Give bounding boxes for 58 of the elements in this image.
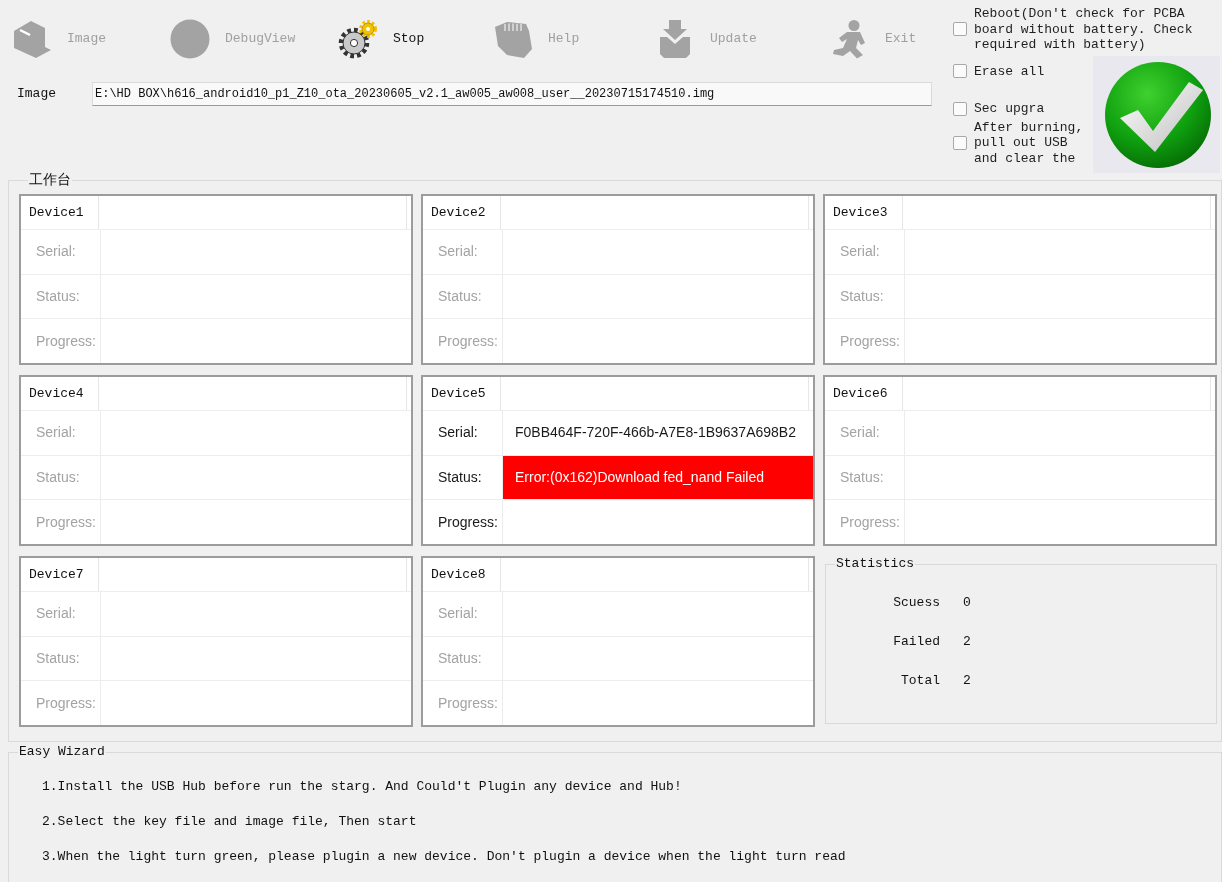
stat-value: 0 — [963, 593, 971, 612]
device-title: Device5 — [423, 377, 501, 410]
field-label: Status: — [423, 274, 503, 319]
field-label: Status: — [825, 274, 905, 319]
stat-label: Failed — [892, 632, 940, 651]
error-message: Error:(0x162)Download fed_nand Failed — [503, 455, 813, 500]
field-label: Status: — [825, 455, 905, 500]
wizard-step: 3.When the light turn green, please plugin a new device. Don't plugin a device when the light turn read — [42, 849, 846, 864]
stat-label: Total — [900, 671, 940, 690]
checkbox-label: Erase all — [974, 63, 1046, 79]
field-label: Status: — [21, 636, 101, 681]
circle-icon — [170, 19, 210, 59]
field-label: Progress: — [825, 500, 905, 544]
field-label: Progress: — [21, 500, 101, 544]
group-title: Easy Wizard — [18, 744, 106, 760]
field-label: Serial: — [423, 230, 503, 274]
field-label: Progress: — [825, 319, 905, 363]
gear-icon — [338, 19, 378, 59]
toolbar-button[interactable]: Stop — [338, 10, 425, 68]
field-label: Serial: — [825, 411, 905, 455]
stat-label: Scuess — [892, 593, 940, 612]
field-label: Progress: — [423, 500, 503, 544]
checkbox-label: Reboot(Don't check for PCBA board without battery. Check required with battery) — [974, 6, 1194, 53]
image-path-field[interactable]: E:\HD BOX\h616_android10_p1_Z10_ota_20230605_v2.1_aw005_aw008_user__20230715174510.img — [92, 82, 932, 106]
field-label: Progress: — [21, 681, 101, 725]
group-title: 工作台 — [28, 172, 72, 188]
wizard-step: 2.Select the key file and image file, Then start — [42, 814, 417, 829]
field-label: Status: — [423, 636, 503, 681]
device-title: Device6 — [825, 377, 903, 410]
field-label: Progress: — [423, 319, 503, 363]
group-title: Statistics — [835, 556, 915, 572]
device-title: Device8 — [423, 558, 501, 591]
field-label: Serial: — [21, 592, 101, 636]
device-title: Device4 — [21, 377, 99, 410]
folder-icon — [493, 19, 533, 59]
checkbox[interactable] — [953, 101, 967, 116]
checkbox-label: Sec upgra — [974, 101, 1046, 117]
device-title: Device7 — [21, 558, 99, 591]
wizard-step: 1.Install the USB Hub before run the starg. And Could't Plugin any device and Hub! — [42, 779, 682, 794]
field-label: Serial: — [423, 592, 503, 636]
checkbox[interactable] — [953, 22, 967, 37]
field-label: Status: — [21, 455, 101, 500]
box-icon — [12, 19, 52, 59]
field-label: Image — [16, 85, 57, 104]
field-label: Serial: — [21, 411, 101, 455]
device-title: Device1 — [21, 196, 99, 229]
field-label: Status: — [21, 274, 101, 319]
field-label: Progress: — [21, 319, 101, 363]
device-title: Device3 — [825, 196, 903, 229]
checkbox-label: After burning, pull out USB and clear the — [974, 119, 1085, 166]
field-label: Serial: — [825, 230, 905, 274]
stat-value: 2 — [963, 671, 971, 690]
checkbox[interactable] — [953, 135, 967, 150]
field-label: Serial: — [21, 230, 101, 274]
stat-value: 2 — [963, 632, 971, 651]
field-label: Progress: — [423, 681, 503, 725]
device-title: Device2 — [423, 196, 501, 229]
checkbox[interactable] — [953, 64, 967, 79]
